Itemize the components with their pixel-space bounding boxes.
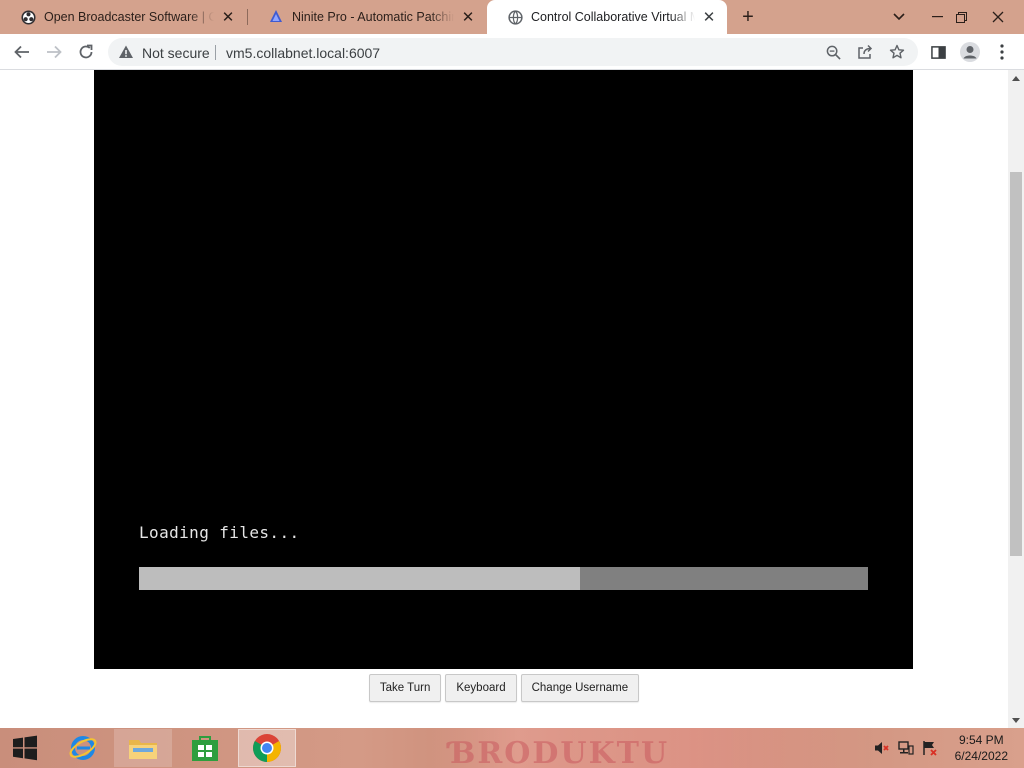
action-center-flag-icon[interactable]: [922, 740, 938, 756]
tab-title: Control Collaborative Virtual Machine: [531, 10, 695, 24]
address-bar[interactable]: Not secure vm5.collabnet.local:6007: [108, 38, 918, 66]
clock-time: 9:54 PM: [958, 733, 1004, 747]
browser-tab-strip: Open Broadcaster Software | OBS ✕ Ninite…: [0, 0, 1024, 34]
share-icon[interactable]: [857, 44, 873, 60]
tab-ninite[interactable]: Ninite Pro - Automatic Patching and ✕: [248, 0, 486, 34]
network-icon[interactable]: [898, 740, 914, 756]
tab-close-icon[interactable]: ✕: [701, 9, 717, 26]
bookmark-star-icon[interactable]: [889, 44, 905, 60]
tab-obs[interactable]: Open Broadcaster Software | OBS ✕: [0, 0, 246, 34]
scroll-up-arrow-icon[interactable]: [1008, 70, 1024, 86]
obs-icon: [20, 9, 36, 25]
back-icon[interactable]: [8, 38, 36, 66]
page-content: Loading files... Take Turn Keyboard Chan…: [0, 70, 1008, 728]
store-icon[interactable]: [176, 729, 234, 767]
browser-toolbar: Not secure vm5.collabnet.local:6007: [0, 34, 1024, 70]
keyboard-button[interactable]: Keyboard: [445, 674, 517, 702]
globe-icon: [507, 9, 523, 25]
security-label[interactable]: Not secure: [142, 45, 210, 61]
tab-title: Open Broadcaster Software | OBS: [44, 10, 214, 24]
zoom-icon[interactable]: [825, 44, 841, 60]
restore-icon[interactable]: [944, 0, 978, 34]
vm-controls: Take Turn Keyboard Change Username: [0, 674, 1008, 702]
new-tab-button[interactable]: +: [736, 5, 760, 29]
windows-start-icon[interactable]: [0, 728, 50, 768]
wallpaper-graphic: ƁRODUKTU: [450, 736, 670, 768]
tab-vm-control[interactable]: Control Collaborative Virtual Machine ✕: [487, 0, 727, 34]
tab-search-icon[interactable]: [882, 0, 916, 34]
change-username-button[interactable]: Change Username: [520, 674, 640, 702]
file-explorer-icon[interactable]: [114, 729, 172, 767]
internet-explorer-icon[interactable]: [54, 729, 112, 767]
vm-progress-fill: [139, 567, 581, 590]
profile-avatar-icon[interactable]: [956, 38, 984, 66]
ninite-icon: [268, 9, 284, 25]
tab-close-icon[interactable]: ✕: [460, 9, 476, 26]
windows-taskbar: ƁRODUKTU 9:54 PM 6/24/2022: [0, 728, 1024, 768]
chrome-icon[interactable]: [238, 729, 296, 767]
warning-icon[interactable]: [118, 44, 134, 60]
taskbar-clock[interactable]: 9:54 PM 6/24/2022: [955, 732, 1008, 764]
omnibox-divider: [215, 45, 216, 60]
scroll-down-arrow-icon[interactable]: [1008, 712, 1024, 728]
reload-icon[interactable]: [72, 38, 100, 66]
take-turn-button[interactable]: Take Turn: [368, 674, 442, 702]
scroll-thumb[interactable]: [1010, 172, 1022, 556]
clock-date: 6/24/2022: [954, 749, 1008, 763]
vm-progress-bar: [139, 567, 868, 590]
vm-display[interactable]: Loading files...: [94, 70, 913, 669]
url-text[interactable]: vm5.collabnet.local:6007: [226, 45, 380, 61]
tab-close-icon[interactable]: ✕: [220, 9, 236, 26]
volume-muted-icon[interactable]: [874, 740, 890, 756]
page-scrollbar[interactable]: [1008, 70, 1024, 728]
window-close-icon[interactable]: [981, 0, 1015, 34]
side-panel-icon[interactable]: [924, 38, 952, 66]
menu-kebab-icon[interactable]: [988, 38, 1016, 66]
tab-title: Ninite Pro - Automatic Patching and: [292, 10, 454, 24]
forward-icon[interactable]: [40, 38, 68, 66]
vm-loading-text: Loading files...: [139, 523, 300, 542]
